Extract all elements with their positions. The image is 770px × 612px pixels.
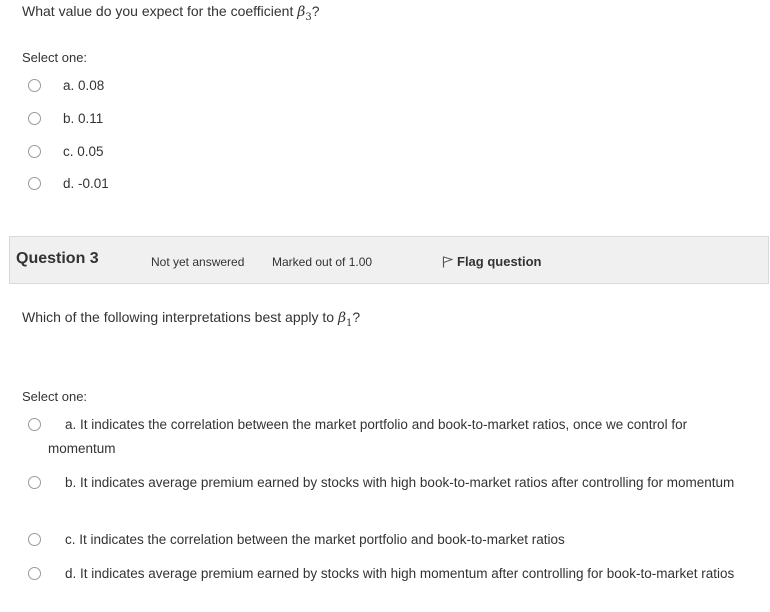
question-3-prompt: Which of the following interpretations b… [22, 309, 361, 329]
beta-1-symbol: β1 [337, 310, 353, 329]
question-3-option-d[interactable]: d. It indicates average premium earned b… [28, 562, 758, 586]
question-state: Not yet answered [151, 255, 245, 269]
radio-button[interactable] [28, 177, 41, 190]
radio-button[interactable] [28, 418, 41, 431]
question-2-prompt-text: What value do you expect for the coeffic… [22, 3, 298, 19]
option-label: c. It indicates the correlation between … [65, 532, 565, 547]
beta-3-symbol: β3 [297, 4, 312, 23]
radio-button[interactable] [28, 533, 41, 546]
question-3-option-c[interactable]: c. It indicates the correlation between … [28, 528, 758, 552]
option-label: c. 0.05 [63, 144, 104, 159]
question-3-option-b[interactable]: b. It indicates average premium earned b… [28, 471, 758, 495]
option-label: b. 0.11 [63, 111, 104, 126]
question-3-option-a[interactable]: a. It indicates the correlation between … [28, 413, 758, 461]
radio-button[interactable] [28, 79, 41, 92]
radio-button[interactable] [28, 145, 41, 158]
option-label: b. It indicates average premium earned b… [65, 475, 735, 490]
question-2-prompt: What value do you expect for the coeffic… [22, 3, 320, 23]
question-3-select-label: Select one: [22, 389, 88, 404]
radio-button[interactable] [28, 112, 41, 125]
radio-button[interactable] [28, 567, 41, 580]
option-label: d. -0.01 [63, 176, 109, 191]
flag-question-label: Flag question [457, 254, 542, 269]
option-label: a. It indicates the correlation between … [48, 417, 688, 456]
question-3-info-bar: Question 3 Not yet answered Marked out o… [9, 236, 769, 284]
question-grade: Marked out of 1.00 [272, 255, 373, 269]
question-3-prompt-text: Which of the following interpretations b… [22, 309, 338, 325]
radio-button[interactable] [28, 476, 41, 489]
option-label: a. 0.08 [63, 78, 105, 93]
flag-question-link[interactable]: Flag question [442, 254, 542, 271]
option-label: d. It indicates average premium earned b… [65, 566, 735, 581]
question-number: Question 3 [16, 250, 99, 267]
question-2-select-label: Select one: [22, 50, 88, 65]
flag-outline-icon [442, 256, 454, 271]
